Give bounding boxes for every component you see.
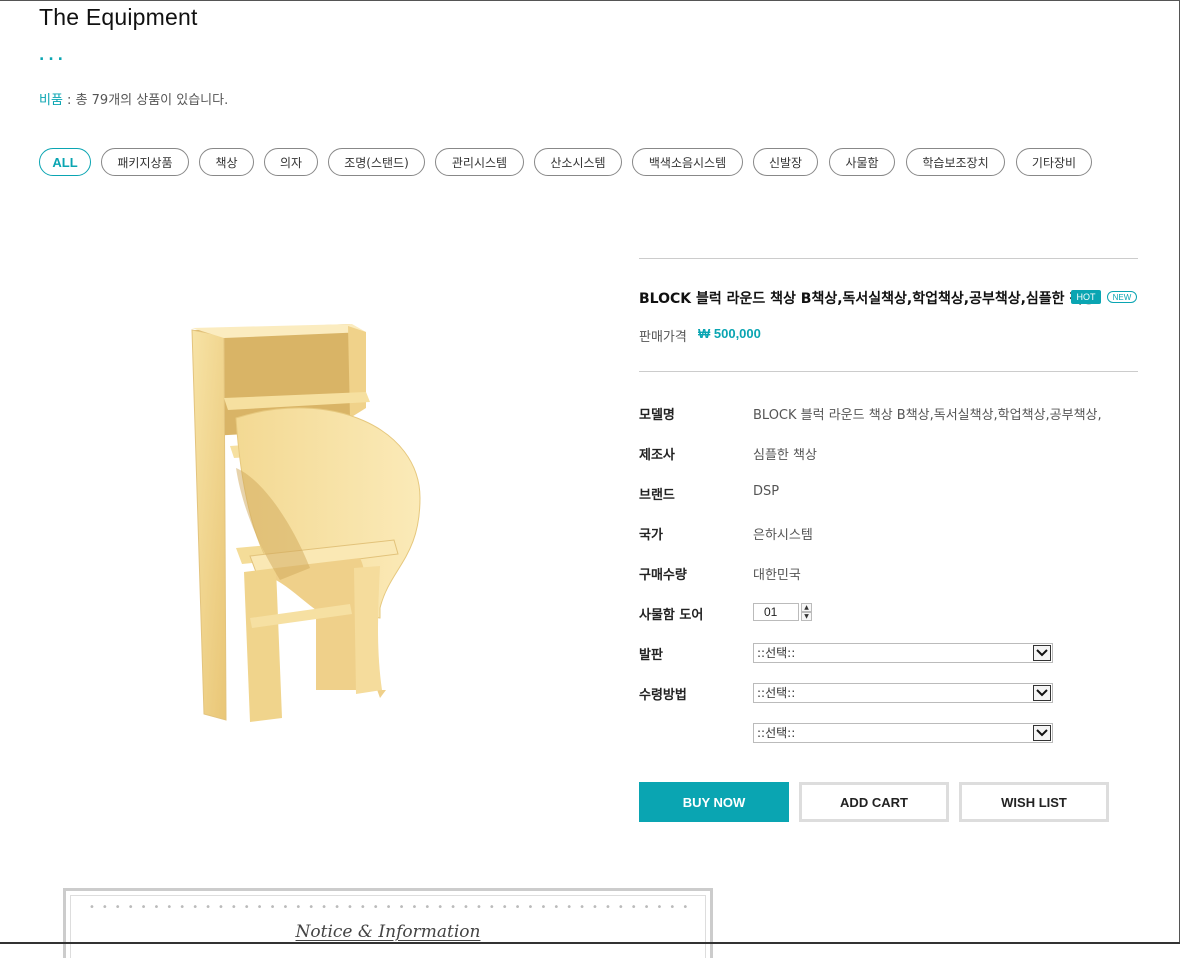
spec-value-purchase-qty: 대한민국: [753, 568, 801, 583]
new-badge: NEW: [1107, 291, 1137, 303]
chevron-down-icon[interactable]: [1033, 685, 1051, 701]
count-text: : 총 79개의 상품이 있습니다.: [62, 93, 229, 108]
spec-value-manufacturer: 심플한 책상: [753, 448, 817, 463]
divider-top: [639, 258, 1138, 259]
product-name: BLOCK 블럭 라운드 책상 B책상,독서실책상,학업책상,공부책상,심플한 …: [639, 291, 1096, 307]
notice-box: ••••••••••••••••••••••••••••••••••••••••…: [63, 888, 713, 958]
price-label: 판매가격: [639, 330, 687, 345]
option-select-delivery-value: ::선택::: [757, 686, 796, 700]
product-image[interactable]: [180, 318, 440, 728]
option-select-extra[interactable]: ::선택::: [753, 723, 1053, 743]
category-name[interactable]: 비품: [39, 93, 63, 108]
spec-value-country: 은하시스템: [753, 528, 813, 543]
qty-label: 사물함 도어: [639, 608, 704, 623]
filter-chair[interactable]: 의자: [264, 148, 318, 176]
filter-all[interactable]: ALL: [39, 148, 91, 176]
add-cart-button[interactable]: ADD CART: [799, 782, 949, 822]
top-border: [0, 0, 1180, 1]
option-select-delivery[interactable]: ::선택::: [753, 683, 1053, 703]
wish-list-button[interactable]: WISH LIST: [959, 782, 1109, 822]
spec-label-country: 국가: [639, 528, 663, 543]
spec-value-model: BLOCK 블럭 라운드 책상 B책상,독서실책상,학업책상,공부책상,: [753, 408, 1102, 423]
notice-title: Notice & Information: [295, 922, 481, 942]
chevron-down-icon[interactable]: [1033, 645, 1051, 661]
divider-middle: [639, 371, 1138, 372]
filter-white-noise-system[interactable]: 백색소음시스템: [632, 148, 743, 176]
quantity-increase-button[interactable]: ▲: [801, 603, 812, 612]
option-label-delivery: 수령방법: [639, 688, 687, 703]
spec-label-manufacturer: 제조사: [639, 448, 675, 463]
filter-package[interactable]: 패키지상품: [101, 148, 189, 176]
filter-locker[interactable]: 사물함: [829, 148, 895, 176]
hot-badge: HOT: [1071, 290, 1101, 304]
filter-other-equipment[interactable]: 기타장비: [1016, 148, 1092, 176]
page-title: The Equipment: [39, 4, 198, 30]
option-select-extra-value: ::선택::: [757, 726, 796, 740]
filter-lighting[interactable]: 조명(스탠드): [328, 148, 425, 176]
buy-now-button[interactable]: BUY NOW: [639, 782, 789, 822]
filter-desk[interactable]: 책상: [199, 148, 254, 176]
filter-management-system[interactable]: 관리시스템: [435, 148, 524, 176]
notice-dot-border: ••••••••••••••••••••••••••••••••••••••••…: [89, 902, 687, 912]
quantity-decrease-button[interactable]: ▼: [801, 612, 812, 621]
quantity-input[interactable]: 01: [753, 603, 799, 621]
option-select-footrest[interactable]: ::선택::: [753, 643, 1053, 663]
option-label-footrest: 발판: [639, 648, 663, 663]
spec-label-purchase-qty: 구매수량: [639, 568, 687, 583]
title-dots: ...: [39, 48, 67, 64]
spec-value-brand: DSP: [753, 484, 780, 499]
price-value: ₩ 500,000: [698, 326, 761, 341]
filter-oxygen-system[interactable]: 산소시스템: [534, 148, 622, 176]
spec-label-brand: 브랜드: [639, 488, 675, 503]
filter-study-aid[interactable]: 학습보조장치: [906, 148, 1005, 176]
spec-label-model: 모델명: [639, 408, 675, 423]
notice-inner-frame: ••••••••••••••••••••••••••••••••••••••••…: [70, 895, 706, 958]
option-select-footrest-value: ::선택::: [757, 646, 796, 660]
chevron-down-icon[interactable]: [1033, 725, 1051, 741]
product-count: 비품 : 총 79개의 상품이 있습니다.: [39, 89, 228, 108]
filter-shoe-cabinet[interactable]: 신발장: [753, 148, 818, 176]
